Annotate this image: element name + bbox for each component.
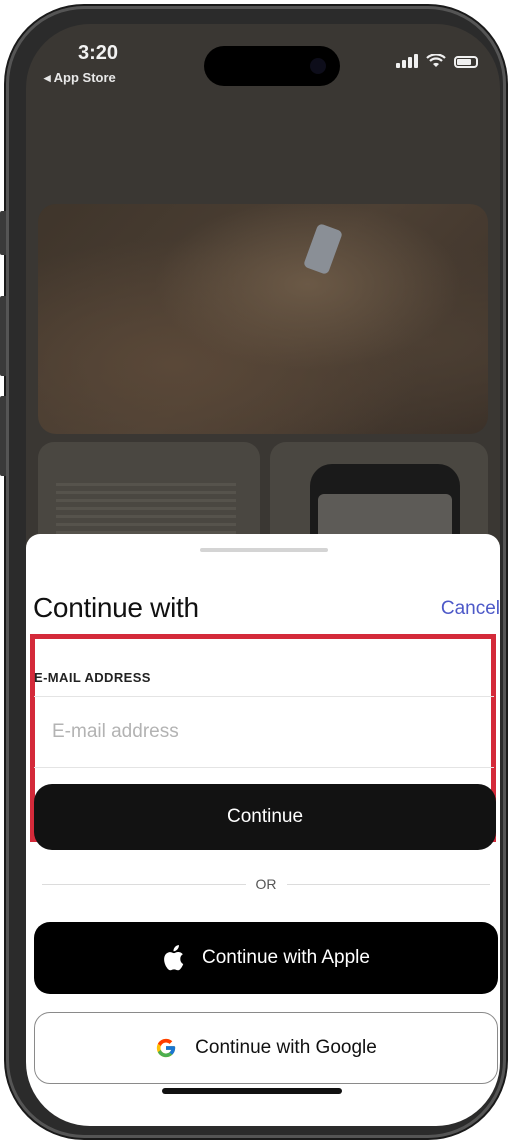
continue-with-sheet: Continue with Cancel E-MAIL ADDRESS Cont… <box>26 534 500 1126</box>
phone-frame: 3:20 ◂ App Store Continue with Cancel E-… <box>0 6 506 1138</box>
status-time: 3:20 <box>78 42 119 64</box>
action-button <box>0 211 6 255</box>
google-button-label: Continue with Google <box>195 1037 377 1058</box>
email-input[interactable] <box>34 696 494 768</box>
email-label: E-MAIL ADDRESS <box>34 670 151 685</box>
camera-icon <box>310 58 326 74</box>
battery-icon <box>454 56 478 68</box>
volume-down-button <box>0 396 6 476</box>
screen: 3:20 ◂ App Store Continue with Cancel E-… <box>26 24 500 1126</box>
thumbnail-content <box>56 482 236 542</box>
hero-phone-image <box>302 222 344 276</box>
hero-photo <box>38 204 488 434</box>
divider-line-left <box>42 883 246 885</box>
sheet-title: Continue with <box>33 592 199 623</box>
continue-with-apple-button[interactable]: Continue with Apple <box>34 922 498 994</box>
status-icons <box>396 54 478 68</box>
continue-button-label: Continue <box>226 806 304 827</box>
volume-up-button <box>0 296 6 376</box>
divider-line-right <box>286 883 490 885</box>
dynamic-island <box>204 46 340 86</box>
continue-button[interactable]: Continue <box>34 784 496 850</box>
cancel-button[interactable]: Cancel <box>441 598 500 620</box>
wifi-icon <box>426 54 446 67</box>
apple-logo-icon <box>164 945 184 971</box>
or-label: OR <box>255 876 277 892</box>
cellular-signal-icon <box>396 54 418 68</box>
or-divider: OR <box>42 874 490 894</box>
google-logo-icon <box>156 1038 176 1058</box>
sheet-grabber[interactable] <box>200 548 328 552</box>
apple-button-label: Continue with Apple <box>202 947 370 968</box>
back-to-app-store[interactable]: ◂ App Store <box>44 70 116 86</box>
home-indicator[interactable] <box>162 1088 342 1094</box>
continue-with-google-button[interactable]: Continue with Google <box>34 1012 498 1084</box>
